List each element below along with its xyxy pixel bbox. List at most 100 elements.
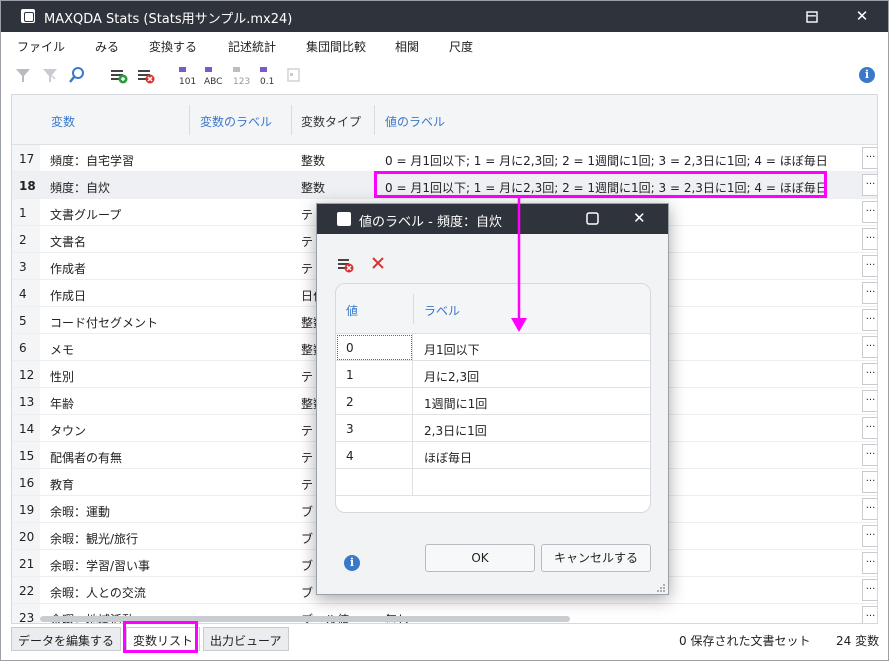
edit-value-labels-button[interactable]: ...	[862, 282, 877, 304]
menu-bar: ファイル みる 変換する 記述統計 集団間比較 相関 尺度	[1, 32, 888, 60]
edit-value-labels-button[interactable]: ...	[862, 228, 877, 250]
grid-row[interactable]: 0 月1回以下	[336, 334, 650, 361]
type-date-icon[interactable]	[286, 65, 302, 85]
toolbar: 101 ABC 123 0.1 i	[1, 60, 888, 90]
type-integer-icon[interactable]: 101	[178, 65, 196, 85]
value-cell[interactable]: 2	[336, 388, 413, 415]
edit-value-labels-button[interactable]: ...	[862, 201, 877, 223]
add-variable-icon[interactable]	[110, 65, 128, 85]
header-variable[interactable]: 変数	[51, 113, 75, 130]
variable-name: 文書名	[50, 235, 87, 249]
menu-descriptive[interactable]: 記述統計	[228, 38, 276, 55]
edit-value-labels-button[interactable]: ...	[862, 174, 877, 196]
grid-row[interactable]: 4 ほぼ毎日	[336, 442, 650, 469]
app-window: MAXQDA Stats (Stats用サンプル.mx24) ─ ✕ ファイル …	[0, 0, 889, 661]
row-number: 5	[19, 314, 27, 328]
edit-value-labels-button[interactable]: ...	[862, 255, 877, 277]
edit-value-labels-button[interactable]: ...	[862, 147, 877, 169]
edit-value-labels-button[interactable]: ...	[862, 417, 877, 439]
label-cell[interactable]: 1週間に1回	[424, 395, 487, 412]
variable-type: テ	[301, 424, 314, 438]
header-label[interactable]: ラベル	[424, 302, 460, 319]
row-number: 12	[19, 368, 35, 382]
horizontal-scrollbar[interactable]	[40, 616, 570, 622]
value-cell[interactable]: 0	[336, 334, 413, 361]
edit-value-labels-button[interactable]: ...	[862, 498, 877, 520]
highlight-variable-list	[123, 621, 198, 653]
label-cell[interactable]: 2,3日に1回	[424, 422, 487, 439]
delete-label-icon[interactable]	[337, 256, 355, 274]
grid-row[interactable]: 1 月に2,3回	[336, 361, 650, 388]
dialog-maximize-button[interactable]	[586, 212, 600, 226]
type-decimal-icon[interactable]: 0.1	[259, 65, 277, 85]
filter-icon[interactable]	[15, 65, 31, 85]
close-button[interactable]: ✕	[839, 1, 885, 32]
app-icon	[21, 9, 35, 23]
type-text-icon[interactable]: ABC	[204, 65, 224, 85]
value-cell[interactable]	[336, 469, 413, 496]
filter-clear-icon[interactable]	[42, 65, 58, 85]
header-variable-type[interactable]: 変数タイプ	[301, 113, 361, 130]
row-number: 13	[19, 395, 35, 409]
variable-name: コード付セグメント	[50, 316, 159, 330]
search-icon[interactable]	[69, 65, 85, 85]
grid-row[interactable]	[336, 469, 650, 496]
edit-data-button[interactable]: データを編集する	[11, 627, 122, 651]
value-labels-cell[interactable]: 0 = 月1回以下; 1 = 月に2,3回; 2 = 1週間に1回; 3 = 2…	[385, 152, 828, 169]
menu-view[interactable]: みる	[95, 38, 119, 55]
label-cell[interactable]: 月1回以下	[424, 341, 480, 358]
label-cell[interactable]: ほぼ毎日	[424, 449, 472, 466]
dialog-info-icon[interactable]: i	[344, 555, 360, 571]
header-value[interactable]: 値	[346, 302, 358, 319]
row-number: 21	[19, 557, 35, 571]
menu-file[interactable]: ファイル	[17, 38, 65, 55]
edit-value-labels-button[interactable]: ...	[862, 363, 877, 385]
variable-type: テ	[301, 370, 314, 384]
value-cell[interactable]: 1	[336, 361, 413, 388]
table-row[interactable]: 17 頻度：自宅学習 整数 0 = 月1回以下; 1 = 月に2,3回; 2 = 1週…	[12, 145, 877, 172]
value-cell[interactable]: 3	[336, 415, 413, 442]
variable-name: 性別	[50, 370, 75, 384]
edit-value-labels-button[interactable]: ...	[862, 552, 877, 574]
edit-value-labels-button[interactable]: ...	[862, 444, 877, 466]
label-cell[interactable]: 月に2,3回	[424, 368, 479, 385]
header-value-labels[interactable]: 値のラベル	[385, 113, 445, 130]
edit-value-labels-button[interactable]: ...	[862, 309, 877, 331]
edit-value-labels-button[interactable]: ...	[862, 471, 877, 493]
variable-name: 作成日	[50, 289, 87, 303]
row-number: 17	[19, 152, 35, 166]
row-number: 2	[19, 233, 27, 247]
delete-variable-icon[interactable]	[137, 65, 155, 85]
grid-row[interactable]: 2 1週間に1回	[336, 388, 650, 415]
header-variable-label[interactable]: 変数のラベル	[200, 113, 272, 130]
clear-icon[interactable]	[371, 256, 385, 270]
maximize-button[interactable]	[789, 1, 835, 32]
variable-name: 配偶者の有無	[50, 451, 123, 465]
row-number: 16	[19, 476, 35, 490]
type-numeric-icon[interactable]: 123	[232, 65, 250, 85]
edit-value-labels-button[interactable]: ...	[862, 606, 877, 623]
menu-transform[interactable]: 変換する	[149, 38, 197, 55]
edit-value-labels-button[interactable]: ...	[862, 525, 877, 547]
grid-row[interactable]: 3 2,3日に1回	[336, 415, 650, 442]
svg-text:ABC: ABC	[204, 77, 222, 85]
edit-value-labels-button[interactable]: ...	[862, 336, 877, 358]
edit-value-labels-button[interactable]: ...	[862, 390, 877, 412]
info-icon[interactable]: i	[859, 67, 875, 83]
edit-value-labels-button[interactable]: ...	[862, 579, 877, 601]
value-cell[interactable]: 4	[336, 442, 413, 469]
cancel-button[interactable]: キャンセルする	[541, 544, 651, 572]
variable-name: タウン	[50, 424, 87, 438]
ok-button[interactable]: OK	[425, 544, 535, 572]
menu-scale[interactable]: 尺度	[449, 38, 473, 55]
menu-group-comparison[interactable]: 集団間比較	[306, 38, 366, 55]
menu-correlation[interactable]: 相関	[395, 38, 419, 55]
variable-type: ブ	[301, 586, 314, 600]
variable-type: ブ	[301, 559, 314, 573]
resize-grip-icon[interactable]	[656, 583, 666, 593]
svg-text:101: 101	[179, 77, 196, 85]
row-number: 22	[19, 584, 35, 598]
variable-name: 年齢	[50, 397, 75, 411]
dialog-close-button[interactable]: ✕	[633, 209, 646, 227]
output-viewer-button[interactable]: 出力ビューア	[203, 627, 289, 651]
